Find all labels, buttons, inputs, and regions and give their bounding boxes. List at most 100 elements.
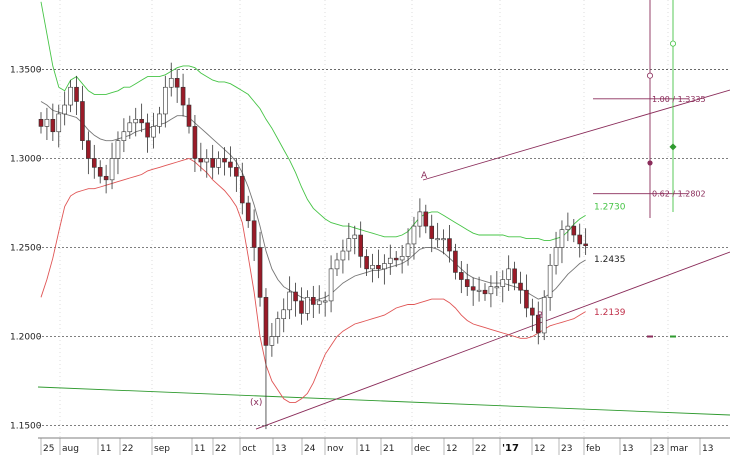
candle-body: [571, 225, 577, 236]
candle-body: [328, 268, 334, 302]
x-tick-label: 21: [383, 444, 394, 454]
x-tick-label: 13: [622, 444, 633, 454]
candle-body: [316, 300, 322, 305]
candle-body: [174, 78, 180, 88]
x-tick-label: mar: [670, 444, 688, 454]
candle-body: [494, 286, 500, 289]
x-axis: 25 aug 11 22 sep 11 22 oct 13 24 nov 11 21 dec 12 22 '17…: [0, 437, 730, 455]
y-tick-label: 1.2000: [10, 333, 42, 343]
candle-body: [210, 158, 215, 168]
x-tick-label: 22: [475, 444, 486, 454]
candle-body: [358, 234, 363, 257]
candle-body: [547, 264, 553, 298]
candle-body: [364, 256, 369, 270]
candle-body: [281, 309, 287, 320]
y-tick-label: 1.2500: [10, 243, 42, 253]
candle-body: [417, 211, 423, 227]
candle-body: [91, 158, 97, 168]
candle-body: [275, 318, 281, 337]
candle-body: [376, 264, 381, 270]
candle-body: [192, 126, 198, 159]
last-value-label: 1.2139: [594, 308, 626, 318]
x-tick-label: 23: [653, 444, 664, 454]
candle-body: [506, 268, 511, 280]
candle-body: [216, 158, 221, 168]
x-tick-label: 11: [100, 444, 111, 454]
candle-body: [387, 257, 393, 264]
candle-body: [405, 243, 411, 257]
candle-body: [470, 286, 476, 291]
x-tick-label: '17: [502, 443, 519, 454]
fib-marker-open-green: [670, 40, 677, 47]
candle-body: [239, 175, 245, 204]
x-tick-label: 25: [43, 444, 54, 454]
candle-body: [346, 238, 352, 252]
candle-body: [370, 264, 375, 270]
fib-label-62: 0.62 / 1.2802: [652, 190, 706, 199]
candle-body: [269, 336, 275, 346]
point-b-label: B: [537, 311, 543, 321]
x-tick-label: 24: [304, 444, 316, 454]
y-tick-label: 1.3500: [10, 65, 42, 75]
x-tick-label: dec: [414, 444, 430, 454]
x-tick-label: 11: [359, 444, 370, 454]
candle-body: [38, 118, 44, 127]
candle-body: [263, 297, 269, 346]
candle-body: [198, 158, 204, 163]
candle-body: [68, 86, 73, 106]
candle-body: [530, 307, 535, 316]
candle-body: [97, 167, 103, 177]
candle-body: [583, 243, 588, 247]
x-tick-label: 22: [122, 444, 133, 454]
candle-body: [352, 234, 358, 239]
candle-body: [453, 250, 458, 273]
chart-background: [0, 0, 730, 455]
x-tick-label: 23: [561, 444, 572, 454]
candle-body: [109, 158, 115, 181]
candle-body: [50, 118, 56, 133]
candle-body: [524, 289, 529, 309]
candle-body: [186, 104, 192, 127]
candle-body: [44, 118, 50, 127]
level-marker-purple: [647, 335, 653, 338]
candle-body: [204, 158, 210, 163]
last-value-label: 1.2730: [594, 203, 626, 213]
x-tick-label: aug: [62, 444, 79, 454]
candle-body: [299, 300, 304, 314]
x-tick-label: 12: [534, 444, 545, 454]
x-tick-label: 13: [702, 444, 713, 454]
candle-body: [423, 211, 429, 227]
candle-body: [127, 122, 133, 133]
y-tick-label: 1.3000: [10, 154, 42, 164]
candle-body: [287, 291, 292, 311]
candle-body: [115, 140, 121, 159]
x-tick-label: oct: [242, 444, 256, 454]
candle-body: [382, 263, 387, 270]
candle-body: [257, 247, 263, 298]
candle-body: [488, 286, 494, 295]
candle-body: [222, 158, 227, 163]
candle-body: [56, 113, 62, 133]
candle-body: [74, 86, 79, 102]
candle-body: [245, 202, 251, 222]
candle-body: [559, 229, 565, 248]
candle-body: [80, 101, 85, 141]
candle-body: [234, 167, 239, 177]
candle-body: [459, 272, 464, 280]
candle-body: [482, 289, 488, 295]
candle-body: [139, 118, 144, 124]
point-a-label: A: [421, 171, 428, 181]
candle-body: [393, 257, 399, 261]
candle-body: [133, 118, 139, 124]
x-tick-label: 12: [446, 444, 457, 454]
x-tick-label: nov: [327, 444, 344, 454]
x-tick-label: feb: [586, 444, 601, 454]
x-tick-label: 11: [194, 444, 205, 454]
candle-body: [553, 247, 559, 266]
candle-body: [180, 86, 186, 106]
fib-marker-open: [647, 72, 654, 79]
candle-body: [411, 225, 417, 245]
candle-body: [518, 282, 523, 291]
candle-body: [476, 289, 482, 292]
x-tick-label: 22: [215, 444, 226, 454]
